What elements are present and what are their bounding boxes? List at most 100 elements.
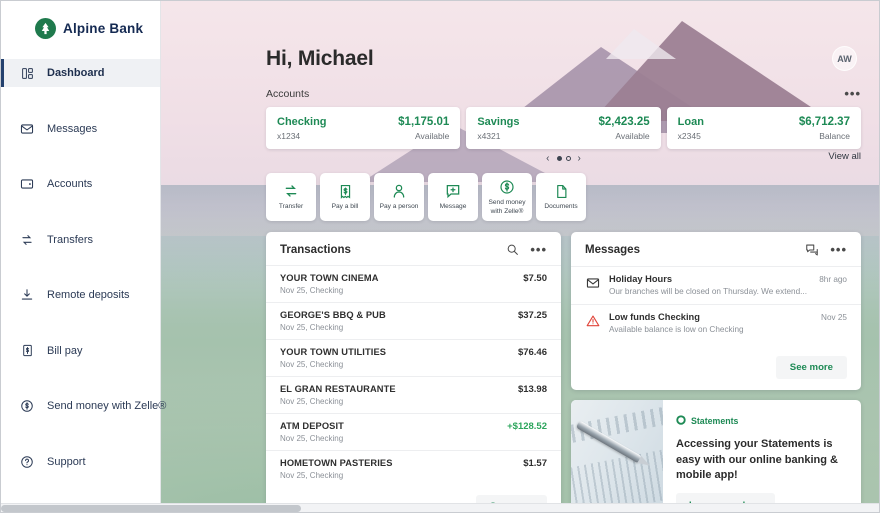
right-column: Messages ••• Holiday Hours 8hr ago Our b… xyxy=(571,232,861,512)
dashboard-panels: Transactions ••• YOUR TOWN CINEMA Nov 25… xyxy=(266,232,861,512)
table-row[interactable]: HOMETOWN PASTERIES Nov 25, Checking $1.5… xyxy=(266,450,561,487)
table-row[interactable]: ATM DEPOSIT Nov 25, Checking +$128.52 xyxy=(266,413,561,450)
account-name: Loan xyxy=(677,116,704,128)
quick-action-label: Transfer xyxy=(278,203,304,211)
transaction-meta: Nov 25, Checking xyxy=(280,360,344,369)
message-preview: Available balance is low on Checking xyxy=(609,325,744,334)
quick-action-documents[interactable]: Documents xyxy=(536,173,586,221)
left-column: Transactions ••• YOUR TOWN CINEMA Nov 25… xyxy=(266,232,561,512)
sidebar-item-bill-pay[interactable]: Bill pay xyxy=(1,337,160,365)
sidebar-item-transfers[interactable]: Transfers xyxy=(1,226,160,254)
account-card-primary-row: Checking $1,175.01 xyxy=(277,116,449,128)
statements-promo-card: Statements Accessing your Statements is … xyxy=(571,400,861,512)
list-item[interactable]: Holiday Hours 8hr ago Our branches will … xyxy=(571,266,861,304)
promo-badge: Statements xyxy=(676,412,849,430)
accounts-header: Accounts ••• xyxy=(266,87,861,100)
carousel-dot-2[interactable] xyxy=(565,155,571,161)
account-number: x4321 xyxy=(477,131,501,141)
transaction-info: EL GRAN RESTAURANTE Nov 25, Checking xyxy=(280,384,396,406)
account-amount: $1,175.01 xyxy=(398,116,450,128)
transaction-amount: $7.50 xyxy=(523,273,547,284)
account-card-secondary-row: x1234 Available xyxy=(277,131,449,141)
transaction-amount: $76.46 xyxy=(517,347,547,358)
account-name: Savings xyxy=(477,116,520,128)
search-icon[interactable] xyxy=(506,243,519,256)
transaction-amount: $1.57 xyxy=(523,458,547,469)
scrollbar-thumb[interactable] xyxy=(1,505,301,512)
transaction-name: HOMETOWN PASTERIES xyxy=(280,458,393,468)
brand-name: Alpine Bank xyxy=(63,20,144,36)
messages-header-actions: ••• xyxy=(805,243,847,257)
account-card-loan[interactable]: Loan $6,712.37 x2345 Balance xyxy=(666,107,861,149)
nav-gap xyxy=(1,365,160,393)
account-balance-type: Available xyxy=(615,131,650,141)
quick-action-label: Message xyxy=(439,203,467,211)
quick-action-pay-a-person[interactable]: Pay a person xyxy=(374,173,424,221)
transactions-title: Transactions xyxy=(280,243,351,256)
message-title: Holiday Hours xyxy=(609,274,673,284)
question-circle-icon xyxy=(19,454,35,470)
transaction-meta: Nov 25, Checking xyxy=(280,434,344,443)
ellipsis-icon[interactable]: ••• xyxy=(830,243,847,256)
sidebar-item-messages[interactable]: Messages xyxy=(1,115,160,143)
sidebar-item-accounts[interactable]: Accounts xyxy=(1,170,160,198)
quick-action-transfer[interactable]: Transfer xyxy=(266,173,316,221)
ellipsis-icon[interactable]: ••• xyxy=(844,87,861,100)
sidebar-item-label: Messages xyxy=(47,122,98,135)
transaction-amount: $37.25 xyxy=(517,310,547,321)
pen-on-statement-photo xyxy=(571,400,663,512)
transaction-name: YOUR TOWN CINEMA xyxy=(280,273,379,283)
brand-logo[interactable]: Alpine Bank xyxy=(1,1,160,55)
horizontal-scrollbar[interactable] xyxy=(1,503,879,512)
table-row[interactable]: YOUR TOWN CINEMA Nov 25, Checking $7.50 xyxy=(266,265,561,302)
account-card-checking[interactable]: Checking $1,175.01 x1234 Available xyxy=(266,107,461,149)
sidebar-item-support[interactable]: Support xyxy=(1,448,160,476)
view-all-accounts-link[interactable]: View all xyxy=(828,151,861,162)
hero-content: Hi, Michael AW Accounts ••• Checking $1,… xyxy=(161,1,879,512)
sidebar-item-label: Send money with Zelle® xyxy=(47,400,167,412)
account-amount: $2,423.25 xyxy=(598,116,650,128)
person-icon xyxy=(391,182,407,200)
nav-gap xyxy=(1,309,160,337)
sidebar-item-dashboard[interactable]: Dashboard xyxy=(1,59,160,87)
table-row[interactable]: GEORGE'S BBQ & PUB Nov 25, Checking $37.… xyxy=(266,302,561,339)
avatar[interactable]: AW xyxy=(832,46,857,71)
table-row[interactable]: EL GRAN RESTAURANTE Nov 25, Checking $13… xyxy=(266,376,561,413)
banking-dashboard-window: Alpine Bank Dashboard Messages Accounts … xyxy=(0,0,880,513)
quick-action-pay-a-bill[interactable]: Pay a bill xyxy=(320,173,370,221)
sidebar-item-remote-deposits[interactable]: Remote deposits xyxy=(1,281,160,309)
bill-dollar-icon xyxy=(19,343,35,359)
envelope-icon xyxy=(19,121,35,137)
ring-icon xyxy=(676,412,686,430)
quick-action-message[interactable]: Message xyxy=(428,173,478,221)
warning-triangle-icon xyxy=(585,312,600,328)
deposit-download-icon xyxy=(19,287,35,303)
messages-panel: Messages ••• Holiday Hours 8hr ago Our b… xyxy=(571,232,861,390)
message-body: Holiday Hours 8hr ago Our branches will … xyxy=(609,274,847,296)
message-body: Low funds Checking Nov 25 Available bala… xyxy=(609,312,847,334)
chevron-right-icon[interactable]: › xyxy=(573,153,586,164)
transactions-header-actions: ••• xyxy=(506,243,547,256)
promo-badge-label: Statements xyxy=(691,416,739,426)
transaction-meta: Nov 25, Checking xyxy=(280,323,344,332)
message-title: Low funds Checking xyxy=(609,312,700,322)
chevron-left-icon[interactable]: ‹ xyxy=(541,153,554,164)
quick-action-send-money-zelle[interactable]: Send money with Zelle® xyxy=(482,173,532,221)
table-row[interactable]: YOUR TOWN UTILITIES Nov 25, Checking $76… xyxy=(266,339,561,376)
account-card-savings[interactable]: Savings $2,423.25 x4321 Available xyxy=(466,107,661,149)
ellipsis-icon[interactable]: ••• xyxy=(530,243,547,256)
transaction-info: YOUR TOWN UTILITIES Nov 25, Checking xyxy=(280,347,386,369)
sidebar-item-send-money-zelle[interactable]: Send money with Zelle® xyxy=(1,392,166,420)
messages-see-more-button[interactable]: See more xyxy=(775,356,847,379)
carousel-dot-1[interactable] xyxy=(556,155,562,161)
envelope-icon xyxy=(585,274,600,290)
chat-bubbles-icon[interactable] xyxy=(805,243,819,257)
account-card-primary-row: Savings $2,423.25 xyxy=(477,116,649,128)
wallet-icon xyxy=(19,176,35,192)
transaction-meta: Nov 25, Checking xyxy=(280,471,344,480)
transaction-amount: $13.98 xyxy=(517,384,547,395)
sidebar-item-label: Transfers xyxy=(47,233,94,246)
message-preview: Our branches will be closed on Thursday.… xyxy=(609,287,807,296)
account-cards: Checking $1,175.01 x1234 Available Savin… xyxy=(266,107,861,149)
list-item[interactable]: Low funds Checking Nov 25 Available bala… xyxy=(571,304,861,342)
